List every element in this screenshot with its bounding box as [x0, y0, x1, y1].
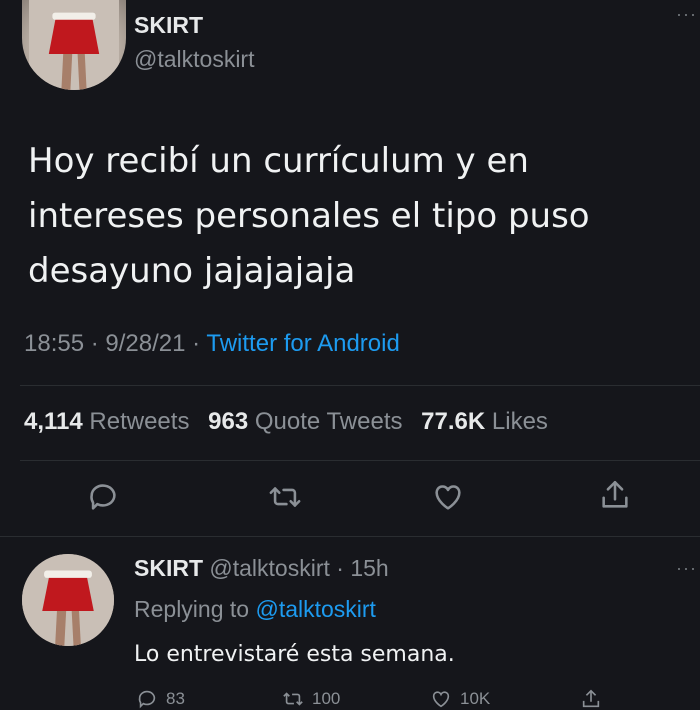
like-icon [432, 691, 450, 708]
tweet-time: 18:55 [24, 330, 85, 357]
divider [0, 536, 700, 537]
like-icon[interactable] [431, 480, 465, 514]
author-name[interactable]: SKIRT [134, 12, 203, 39]
replying-to: Replying to @talktoskirt [134, 596, 376, 623]
divider [20, 385, 700, 386]
reply-reply-button[interactable]: 83 [136, 688, 185, 710]
tweet-source-link[interactable]: Twitter for Android [206, 330, 399, 357]
reply-separator: · [336, 555, 344, 581]
likes-stat[interactable]: 77.6K Likes [421, 408, 548, 435]
tweet-date: 9/28/21 [105, 330, 186, 357]
meta-separator: · [192, 330, 201, 357]
quotes-stat[interactable]: 963 Quote Tweets [208, 408, 402, 435]
retweet-count: 100 [312, 689, 341, 708]
reply-header: SKIRT @talktoskirt · 15h [134, 555, 389, 582]
avatar-skirt-image [22, 554, 114, 646]
share-icon [582, 689, 600, 708]
more-options-icon[interactable]: ··· [676, 4, 697, 25]
likes-count: 77.6K [421, 408, 486, 435]
reply-author-avatar[interactable] [22, 554, 114, 646]
replying-to-link[interactable]: @talktoskirt [255, 596, 375, 622]
reply-count: 83 [166, 689, 185, 708]
quotes-count: 963 [208, 408, 249, 435]
likes-label: Likes [491, 408, 548, 435]
like-count: 10K [460, 689, 491, 708]
meta-separator: · [90, 330, 99, 357]
reply-author-name[interactable]: SKIRT [134, 555, 203, 581]
reply-share-button[interactable] [580, 688, 602, 710]
reply-more-options-icon[interactable]: ··· [676, 558, 697, 579]
retweet-icon[interactable] [268, 480, 302, 514]
reply-text: Lo entrevistaré esta semana. [134, 642, 455, 667]
author-handle[interactable]: @talktoskirt [134, 46, 254, 73]
retweets-label: Retweets [89, 408, 190, 435]
retweet-icon [283, 692, 303, 706]
divider [20, 460, 700, 461]
reply-author-handle[interactable]: @talktoskirt [209, 555, 329, 581]
reply-age: 15h [350, 555, 389, 581]
tweet-text: Hoy recibí un currículum y en intereses … [28, 141, 590, 291]
quotes-label: Quote Tweets [254, 408, 403, 435]
tweet-stats: 4,114 Retweets 963 Quote Tweets 77.6K Li… [24, 408, 548, 436]
author-avatar[interactable] [22, 0, 126, 90]
retweets-stat[interactable]: 4,114 Retweets [24, 408, 189, 435]
reply-retweet-button[interactable]: 100 [282, 688, 340, 710]
reply-like-button[interactable]: 10K [430, 688, 490, 710]
share-icon[interactable] [598, 478, 632, 512]
tweet-meta: 18:55 · 9/28/21 · Twitter for Android [24, 330, 400, 358]
replying-prefix: Replying to [134, 596, 250, 622]
reply-icon [138, 690, 156, 709]
retweets-count: 4,114 [24, 408, 83, 435]
avatar-skirt-image [29, 0, 119, 90]
reply-icon[interactable] [86, 480, 120, 514]
